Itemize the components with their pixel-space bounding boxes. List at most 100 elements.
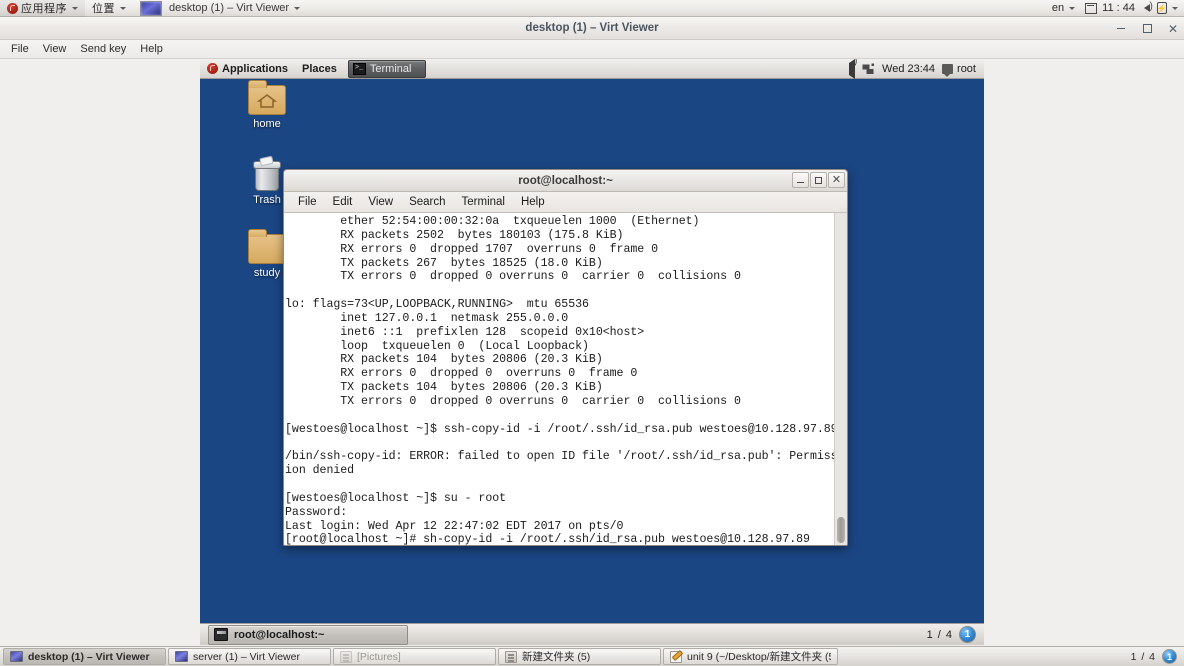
volume-icon[interactable] — [849, 59, 856, 79]
host-pager-label: 1 / 4 — [1130, 650, 1156, 663]
keyboard-layout-label: en — [1051, 2, 1065, 14]
chevron-down-icon — [120, 6, 126, 10]
terminal-scrollbar[interactable] — [834, 213, 847, 545]
taskbar-item-label: server (1) – Virt Viewer — [193, 650, 300, 663]
guest-taskbar-item-terminal[interactable]: root@localhost:~ — [208, 624, 408, 645]
calendar-icon — [1084, 2, 1097, 15]
host-status-area: en 11 : 44 ⚡ — [1045, 0, 1184, 17]
terminal-body: ether 52:54:00:00:32:0a txqueuelen 1000 … — [284, 213, 847, 545]
guest-workspace-badge[interactable]: 1 — [959, 626, 976, 643]
taskbar-item-label: [Pictures] — [357, 650, 401, 663]
guest-taskbutton-terminal[interactable]: >_ Terminal — [347, 59, 426, 78]
menu-file[interactable]: File — [4, 41, 36, 57]
guest-workspace-switcher: 1 / 4 1 — [927, 626, 984, 643]
host-window-selector-label: desktop (1) – Virt Viewer — [169, 2, 290, 14]
taskbar-item-new-folder[interactable]: 新建文件夹 (5) — [498, 648, 661, 665]
terminal-output[interactable]: ether 52:54:00:00:32:0a txqueuelen 1000 … — [284, 213, 834, 545]
virt-viewer-title: desktop (1) – Virt Viewer — [525, 22, 659, 34]
guest-taskbutton-label: Terminal — [369, 62, 412, 75]
terminal-icon — [214, 628, 228, 641]
guest-places-menu[interactable]: Places — [295, 59, 344, 79]
menu-help[interactable]: Help — [133, 41, 170, 57]
guest-pager-label: 1 / 4 — [926, 628, 953, 641]
folder-home-icon — [248, 80, 286, 115]
guest-top-panel: Applications Places >_ Terminal) Wed 23… — [200, 59, 984, 79]
chevron-down-icon — [1069, 6, 1076, 10]
guest-panel-left: Applications Places >_ Terminal — [200, 59, 426, 79]
screen: 应用程序 位置 desktop (1) – Virt Viewer en 11 … — [0, 0, 1184, 666]
maximize-button[interactable] — [1140, 22, 1154, 36]
window-thumbnail-icon — [140, 0, 162, 16]
taskbar-item-unit9[interactable]: unit 9 (~/Desktop/新建文件夹 (5)) ··· — [663, 648, 838, 665]
volume-icon[interactable] — [1140, 1, 1153, 15]
host-window-selector[interactable]: desktop (1) – Virt Viewer — [133, 0, 307, 17]
network-icon[interactable] — [862, 63, 875, 75]
terminal-menubar: File Edit View Search Terminal Help — [284, 192, 847, 213]
terminal-menu-edit[interactable]: Edit — [325, 194, 361, 210]
terminal-window-controls: ✕ — [792, 172, 845, 188]
host-applications-label: 应用程序 — [21, 3, 67, 15]
chevron-down-icon — [294, 6, 301, 10]
terminal-window: root@localhost:~ ✕ File Edit View Search… — [283, 169, 848, 546]
virt-viewer-viewport: Applications Places >_ Terminal) Wed 23… — [0, 59, 1184, 645]
taskbar-item-label: 新建文件夹 (5) — [522, 651, 591, 663]
guest-user-menu[interactable]: root — [942, 62, 976, 77]
chevron-down-icon[interactable] — [1172, 6, 1178, 10]
chevron-down-icon — [72, 6, 78, 10]
guest-user-label: root — [957, 62, 976, 75]
host-workspace-switcher: 1 / 4 1 — [1131, 649, 1181, 664]
host-applications-menu[interactable]: 应用程序 — [0, 0, 85, 17]
terminal-titlebar[interactable]: root@localhost:~ ✕ — [284, 170, 847, 192]
host-places-label: 位置 — [92, 3, 115, 15]
menu-view[interactable]: View — [36, 41, 74, 57]
terminal-close-button[interactable]: ✕ — [828, 172, 845, 188]
guest-places-label: Places — [302, 62, 337, 75]
keyboard-layout-indicator[interactable]: en — [1045, 0, 1082, 17]
guest-bottom-panel: root@localhost:~ 1 / 4 1 — [200, 623, 984, 645]
taskbar-item-server-virt-viewer[interactable]: server (1) – Virt Viewer — [168, 648, 331, 665]
host-places-menu[interactable]: 位置 — [85, 0, 133, 17]
folder-icon — [248, 229, 286, 264]
virt-viewer-titlebar[interactable]: desktop (1) – Virt Viewer ✕ — [0, 17, 1184, 40]
guest-panel-status-area: Wed 23:44 root — [849, 59, 984, 79]
host-taskbar: desktop (1) – Virt Viewer server (1) – V… — [0, 646, 1184, 666]
monitor-icon — [10, 651, 23, 662]
battery-icon[interactable]: ⚡ — [1155, 2, 1168, 15]
terminal-menu-search[interactable]: Search — [401, 194, 453, 210]
desktop-icon-home[interactable]: home — [233, 80, 301, 130]
host-clock[interactable]: 11 : 44 — [1099, 2, 1138, 14]
virt-viewer-window-controls: ✕ — [1114, 17, 1180, 40]
files-icon — [340, 650, 352, 663]
minimize-button[interactable] — [1114, 22, 1128, 36]
terminal-menu-view[interactable]: View — [360, 194, 401, 210]
terminal-menu-terminal[interactable]: Terminal — [454, 194, 513, 210]
guest-taskbar-item-label: root@localhost:~ — [234, 628, 325, 641]
menu-send-key[interactable]: Send key — [73, 41, 133, 57]
taskbar-item-pictures[interactable]: [Pictures] — [333, 648, 496, 665]
terminal-maximize-button[interactable] — [810, 172, 827, 188]
fedora-logo-icon — [7, 2, 18, 14]
terminal-minimize-button[interactable] — [792, 172, 809, 188]
user-icon — [942, 63, 954, 77]
desktop-icon-label: home — [253, 118, 281, 130]
terminal-menu-help[interactable]: Help — [513, 194, 553, 210]
terminal-menu-file[interactable]: File — [290, 194, 325, 210]
guest-applications-menu[interactable]: Applications — [200, 59, 295, 79]
text-editor-icon — [670, 650, 682, 663]
fedora-logo-icon — [207, 63, 218, 74]
close-button[interactable]: ✕ — [1166, 22, 1180, 36]
guest-screen: Applications Places >_ Terminal) Wed 23… — [200, 59, 984, 645]
terminal-scrollbar-thumb[interactable] — [837, 517, 845, 543]
host-workspace-badge[interactable]: 1 — [1162, 649, 1177, 664]
host-top-panel: 应用程序 位置 desktop (1) – Virt Viewer en 11 … — [0, 0, 1184, 17]
virt-viewer-menubar: File View Send key Help — [0, 40, 1184, 59]
taskbar-item-desktop-virt-viewer[interactable]: desktop (1) – Virt Viewer — [3, 648, 166, 665]
guest-clock[interactable]: Wed 23:44 — [882, 63, 935, 75]
desktop-icon-label: study — [253, 267, 281, 279]
taskbar-item-label: desktop (1) – Virt Viewer — [28, 650, 150, 663]
terminal-title: root@localhost:~ — [518, 174, 613, 187]
guest-applications-label: Applications — [222, 62, 289, 75]
virt-viewer-window: desktop (1) – Virt Viewer ✕ File View Se… — [0, 17, 1184, 646]
trash-icon — [252, 155, 282, 191]
terminal-icon: >_ — [352, 62, 366, 75]
